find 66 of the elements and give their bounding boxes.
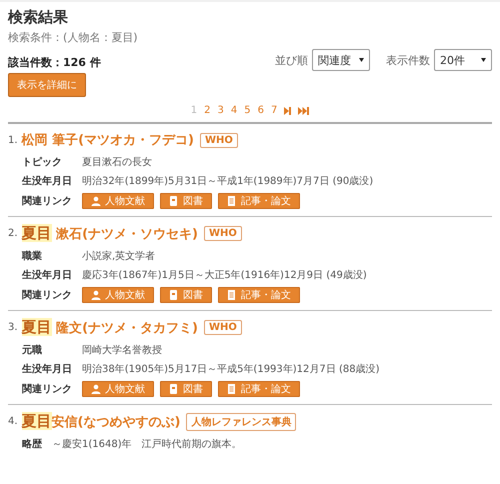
- field-label: 関連リンク: [22, 194, 72, 208]
- sort-order-label: 並び順: [275, 52, 308, 68]
- document-icon: [227, 290, 237, 300]
- field-value: 明治32年(1899年)5月31日～平成1年(1989年)7月7日 (90歳没): [82, 174, 374, 188]
- page-link[interactable]: 2: [204, 105, 210, 116]
- field-value: 明治38年(1905年)5月17日～平成5年(1993年)12月7日 (88歳没): [82, 362, 380, 376]
- search-conditions: 検索条件：(人物名：夏目): [8, 30, 139, 45]
- person-icon: [91, 290, 101, 300]
- related-link-button[interactable]: 記事・論文: [218, 381, 300, 397]
- book-icon: [169, 384, 179, 394]
- page-size-label: 表示件数: [386, 52, 430, 68]
- result-title-link[interactable]: 夏目 隆文(ナツメ・タカフミ): [22, 318, 198, 337]
- field-label: 関連リンク: [22, 382, 72, 396]
- document-icon: [227, 384, 237, 394]
- person-icon: [91, 384, 101, 394]
- page-link[interactable]: 5: [244, 105, 251, 116]
- page-title: 検索結果: [8, 8, 69, 27]
- dropdown-caret-icon: [481, 58, 486, 62]
- field-label: 生没年月日: [22, 362, 72, 376]
- source-badge: WHO: [204, 320, 242, 335]
- result-title-link[interactable]: 夏目 漱石(ナツメ・ソウセキ): [22, 224, 198, 243]
- last-page-icon: [298, 106, 310, 114]
- dropdown-caret-icon: [359, 58, 364, 62]
- related-link-button[interactable]: 図書: [160, 193, 212, 209]
- result-number: 2.: [8, 228, 18, 239]
- related-link-button[interactable]: 図書: [160, 381, 212, 397]
- book-icon: [169, 290, 179, 300]
- related-link-button[interactable]: 人物文献: [82, 381, 154, 397]
- page-link[interactable]: 1: [190, 105, 198, 116]
- field-label: 元職: [22, 344, 43, 357]
- result-number: 3.: [8, 322, 18, 333]
- field-value: 小説家,英文学者: [82, 250, 156, 263]
- related-link-button[interactable]: 記事・論文: [218, 287, 300, 303]
- source-badge: WHO: [200, 132, 238, 148]
- field-value: 夏目漱石の長女: [82, 156, 153, 169]
- field-label: 関連リンク: [22, 288, 72, 302]
- source-badge: WHO: [204, 226, 242, 241]
- page-link[interactable]: 6: [258, 105, 264, 116]
- page-link[interactable]: 4: [230, 105, 238, 116]
- result-title-link[interactable]: 松岡 筆子(マツオカ・フデコ): [22, 131, 194, 149]
- related-link-button[interactable]: 人物文献: [82, 193, 154, 209]
- field-label: 生没年月日: [22, 268, 72, 282]
- field-value: 慶応3年(1867年)1月5日～大正5年(1916年)12月9日 (49歳没): [82, 268, 368, 282]
- page-size-select[interactable]: 20件: [434, 49, 492, 71]
- result-title-link[interactable]: 夏目安信(なつめやすのぶ): [22, 412, 180, 431]
- next-page-icon: [284, 106, 292, 114]
- book-icon: [169, 196, 179, 206]
- source-badge: 人物レファレンス事典: [186, 412, 296, 430]
- page-link[interactable]: 3: [217, 105, 224, 116]
- field-value: 岡崎大学名誉教授: [82, 344, 163, 357]
- field-label: 職業: [22, 250, 43, 263]
- sort-order-select[interactable]: 関連度: [312, 49, 370, 71]
- result-number: 1.: [8, 134, 18, 146]
- related-link-button[interactable]: 図書: [160, 287, 212, 303]
- related-link-button[interactable]: 記事・論文: [218, 193, 300, 209]
- field-label: 略歴: [22, 438, 42, 451]
- field-value: ～慶安1(1648)年 江戸時代前期の旗本。: [52, 438, 243, 451]
- page-link[interactable]: 7: [270, 105, 278, 116]
- result-number: 4.: [8, 416, 18, 427]
- related-link-button[interactable]: 人物文献: [82, 287, 154, 303]
- person-icon: [91, 196, 101, 206]
- detail-view-button[interactable]: 表示を詳細に: [8, 73, 86, 97]
- result-count: 該当件数：126 件: [8, 55, 101, 70]
- document-icon: [227, 196, 237, 206]
- field-label: 生没年月日: [22, 174, 72, 188]
- field-label: トピック: [22, 156, 63, 169]
